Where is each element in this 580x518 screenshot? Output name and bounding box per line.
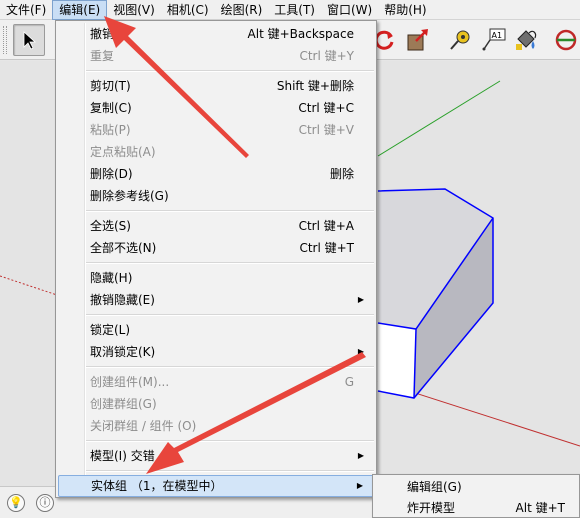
menu-separator: [86, 262, 374, 264]
menu-separator: [86, 440, 374, 442]
menu-item-redo[interactable]: 重复 Ctrl 键+Y: [58, 45, 374, 67]
menu-item-delete[interactable]: 删除(D) 删除: [58, 163, 374, 185]
select-arrow-icon: [23, 31, 37, 50]
hint-bulb-icon[interactable]: 💡: [7, 494, 25, 512]
menu-item-label: 创建群组(G): [90, 397, 157, 411]
menu-file[interactable]: 文件(F): [0, 0, 52, 20]
menu-item-label: 实体组 （1，在模型中）: [91, 479, 223, 493]
menu-tools[interactable]: 工具(T): [268, 0, 321, 20]
tape-measure-icon: [450, 30, 470, 50]
menu-window[interactable]: 窗口(W): [321, 0, 378, 20]
menu-item-label: 创建组件(M)...: [90, 375, 170, 389]
green-axis-line: [377, 80, 501, 157]
menu-item-shortcut: 删除: [329, 167, 354, 181]
menu-item-label: 取消锁定(K): [90, 345, 156, 359]
text-label-icon: A1: [482, 28, 506, 51]
red-axis-dotted-line: [0, 275, 61, 297]
menu-item-label: 删除参考线(G): [90, 189, 169, 203]
menu-item-label: 撤销组: [90, 27, 127, 41]
menu-camera[interactable]: 相机(C): [161, 0, 215, 20]
menu-item-shortcut: Ctrl 键+A: [298, 219, 354, 233]
menu-item-make-group[interactable]: 创建群组(G): [58, 393, 374, 415]
menu-item-delete-guides[interactable]: 删除参考线(G): [58, 185, 374, 207]
menu-item-shortcut: Ctrl 键+C: [298, 101, 354, 115]
menu-item-label: 关闭群组 / 组件 (O): [90, 419, 197, 433]
menu-item-label: 炸开模型: [407, 501, 456, 515]
menu-item-label: 粘贴(P): [90, 123, 131, 137]
menu-item-copy[interactable]: 复制(C) Ctrl 键+C: [58, 97, 374, 119]
menu-item-label: 重复: [90, 49, 115, 63]
menu-item-shortcut: G: [344, 375, 354, 389]
menu-item-label: 隐藏(H): [90, 271, 133, 285]
menu-item-paste[interactable]: 粘贴(P) Ctrl 键+V: [58, 119, 374, 141]
menu-separator: [86, 470, 374, 472]
menu-item-shortcut: Alt 键+T: [515, 501, 565, 515]
push-pull-icon: [407, 29, 428, 51]
box-front-face[interactable]: [378, 323, 416, 398]
submenu-item-explode[interactable]: 炸开模型 Alt 键+T: [375, 498, 579, 518]
menu-separator: [86, 210, 374, 212]
submenu-arrow-icon: ▶: [357, 295, 364, 304]
menu-item-label: 编辑组(G): [407, 480, 462, 494]
menu-item-label: 复制(C): [90, 101, 132, 115]
menu-item-label: 全部不选(N): [90, 241, 157, 255]
menu-item-hide[interactable]: 隐藏(H): [58, 267, 374, 289]
text-tool-label: A1: [492, 31, 503, 40]
menu-item-unlock[interactable]: 取消锁定(K) ▶: [58, 341, 374, 363]
submenu-arrow-icon: ▶: [357, 451, 364, 460]
paint-bucket-icon: [516, 30, 537, 50]
submenu-arrow-icon: ▶: [357, 347, 364, 356]
menu-draw[interactable]: 绘图(R): [215, 0, 269, 20]
rotate-icon: [555, 29, 577, 51]
menu-item-label: 剪切(T): [90, 79, 131, 93]
menu-item-close-group[interactable]: 关闭群组 / 组件 (O): [58, 415, 374, 437]
menu-item-label: 撤销隐藏(E): [90, 293, 155, 307]
menu-item-shortcut: Ctrl 键+V: [298, 123, 354, 137]
menu-edit[interactable]: 编辑(E): [52, 0, 108, 20]
paint-bucket-tool-button[interactable]: [510, 24, 542, 56]
menu-item-make-component[interactable]: 创建组件(M)... G: [58, 371, 374, 393]
edit-menu-dropdown: 撤销组 Alt 键+Backspace 重复 Ctrl 键+Y 剪切(T) Sh…: [55, 20, 377, 498]
menu-item-shortcut: Ctrl 键+T: [299, 241, 354, 255]
submenu-arrow-icon: ▶: [356, 481, 363, 490]
menu-item-shortcut: Alt 键+Backspace: [247, 27, 354, 41]
menu-separator: [86, 314, 374, 316]
menu-item-unhide[interactable]: 撤销隐藏(E) ▶: [58, 289, 374, 311]
info-icon[interactable]: ⓘ: [36, 494, 54, 512]
menu-view[interactable]: 视图(V): [107, 0, 161, 20]
menu-item-cut[interactable]: 剪切(T) Shift 键+删除: [58, 75, 374, 97]
menu-item-label: 删除(D): [90, 167, 133, 181]
entity-group-submenu: 编辑组(G) 炸开模型 Alt 键+T: [372, 474, 580, 518]
select-tool-button[interactable]: [13, 24, 45, 56]
menu-item-label: 锁定(L): [90, 323, 131, 337]
menu-help[interactable]: 帮助(H): [378, 0, 432, 20]
menu-item-intersect[interactable]: 模型(I) 交错 ▶: [58, 445, 374, 467]
menu-item-lock[interactable]: 锁定(L): [58, 319, 374, 341]
menu-item-label: 定点粘贴(A): [90, 145, 156, 159]
menu-item-label: 模型(I) 交错: [90, 449, 155, 463]
menu-item-shortcut: Shift 键+删除: [276, 79, 354, 93]
menu-item-shortcut: Ctrl 键+Y: [299, 49, 354, 63]
text-tool-button[interactable]: A1: [478, 24, 510, 56]
menu-separator: [86, 70, 374, 72]
toolbar-grip[interactable]: [3, 26, 7, 54]
rotate-tool-button[interactable]: [550, 24, 580, 56]
menu-item-select-none[interactable]: 全部不选(N) Ctrl 键+T: [58, 237, 374, 259]
submenu-item-edit-group[interactable]: 编辑组(G): [375, 477, 579, 497]
menu-item-undo-group[interactable]: 撤销组 Alt 键+Backspace: [58, 23, 374, 45]
menu-separator: [86, 366, 374, 368]
push-pull-tool-button[interactable]: [402, 24, 434, 56]
menu-bar: 文件(F) 编辑(E) 视图(V) 相机(C) 绘图(R) 工具(T) 窗口(W…: [0, 0, 580, 20]
tape-measure-tool-button[interactable]: [444, 24, 476, 56]
menu-item-paste-in-place[interactable]: 定点粘贴(A): [58, 141, 374, 163]
menu-item-select-all[interactable]: 全选(S) Ctrl 键+A: [58, 215, 374, 237]
menu-item-entity-group[interactable]: 实体组 （1，在模型中） ▶: [58, 475, 374, 497]
menu-item-label: 全选(S): [90, 219, 131, 233]
